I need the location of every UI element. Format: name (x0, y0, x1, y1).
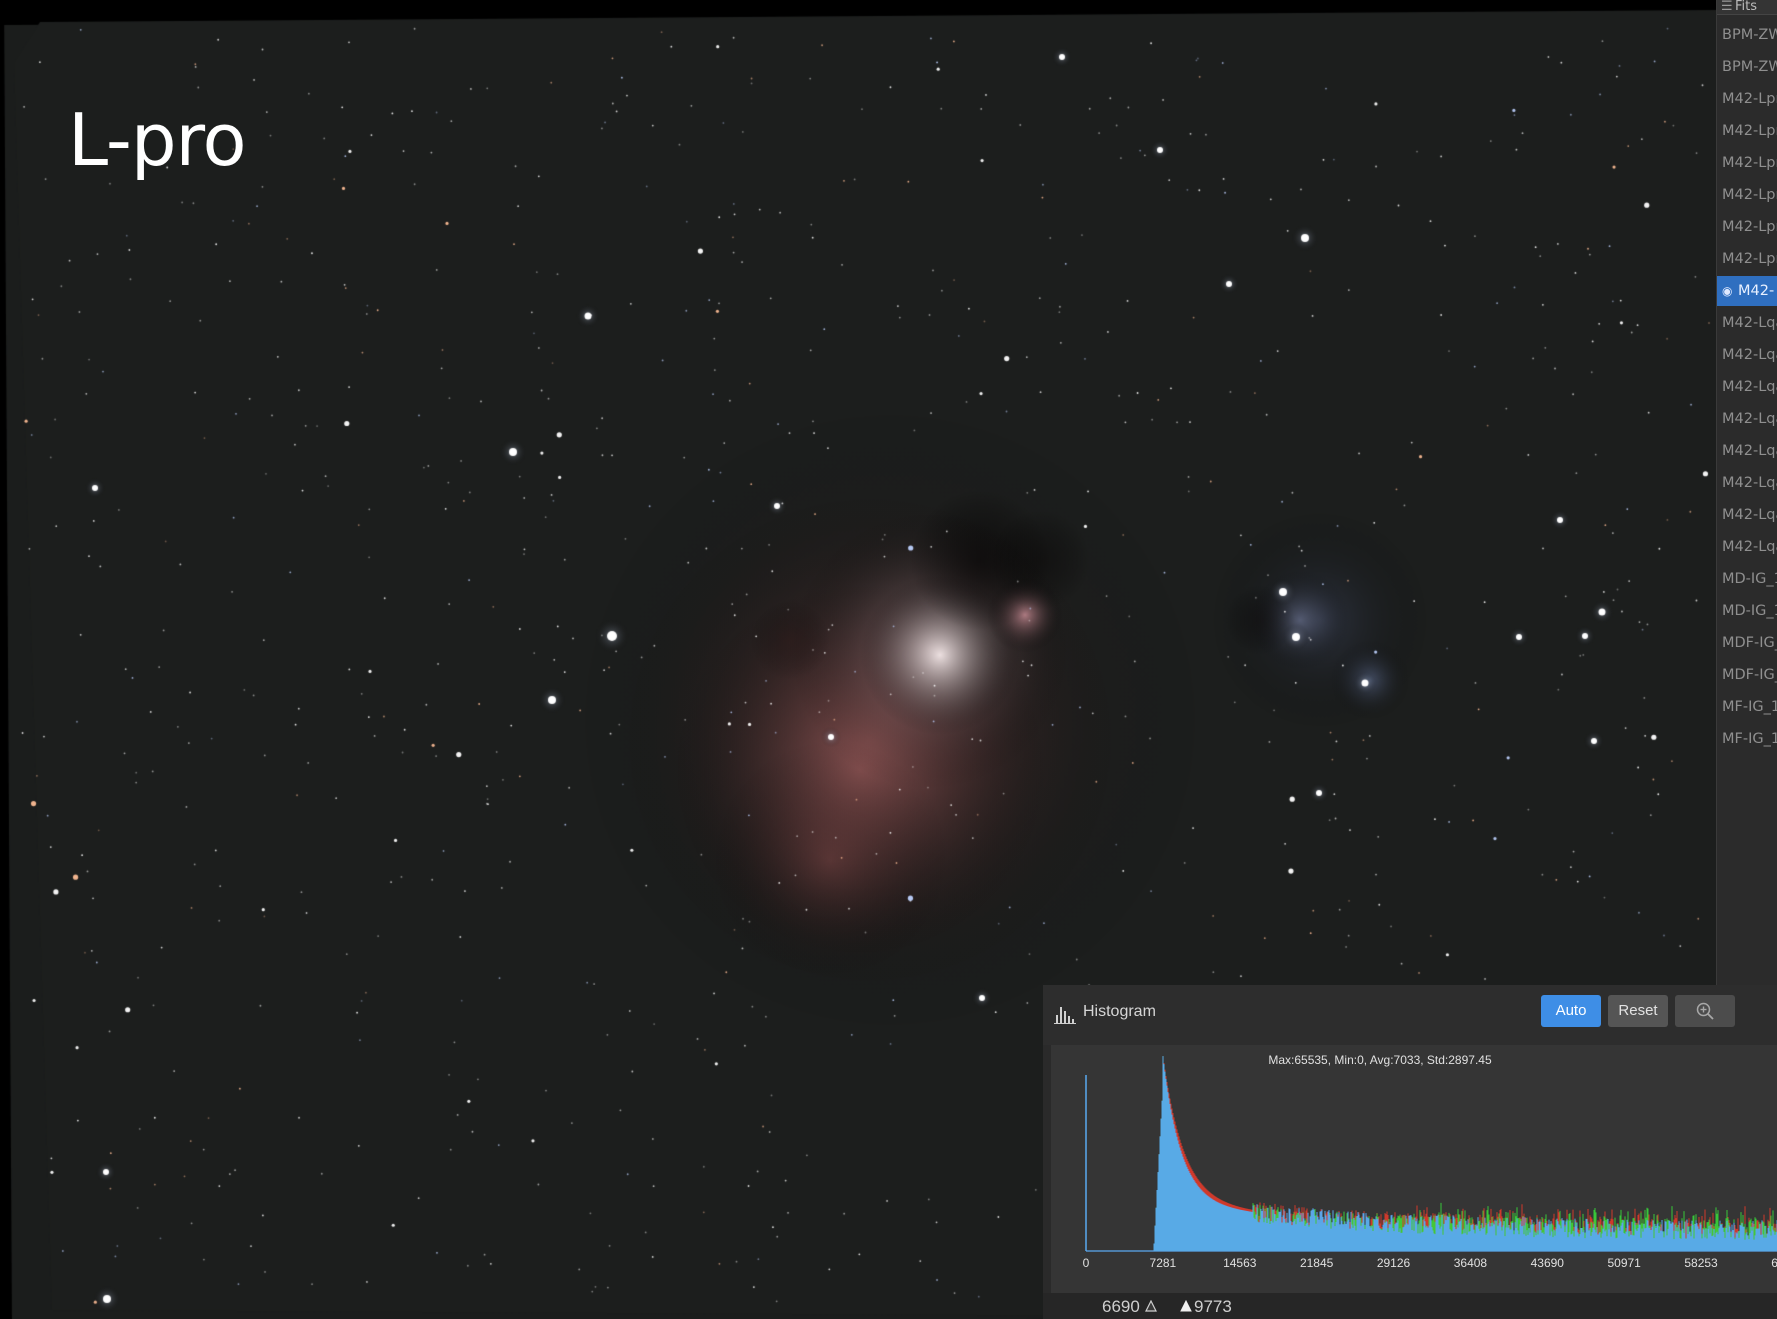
file-item[interactable]: MD-IG_1 (1717, 564, 1777, 594)
file-item[interactable]: ◉ M42- (1717, 276, 1777, 306)
file-item[interactable]: BPM-ZW (1717, 52, 1777, 82)
file-item-label: BPM-ZW (1722, 59, 1777, 75)
x-tick-label: 21845 (1300, 1256, 1334, 1270)
filter-label: L-pro (68, 98, 247, 182)
file-item-label: M42-Lqa (1722, 443, 1777, 459)
zoom-button[interactable] (1675, 995, 1735, 1027)
file-item-label: MF-IG_1 (1722, 731, 1777, 747)
file-item-label: M42-Lqa (1722, 411, 1777, 427)
eye-icon[interactable]: ◉ (1722, 276, 1738, 306)
black-point-value[interactable]: 6690 (1102, 1297, 1140, 1317)
zoom-in-icon (1696, 1002, 1714, 1020)
file-item-label: M42-Lpr (1722, 187, 1777, 203)
x-tick-label: 0 (1083, 1256, 1090, 1270)
reset-button[interactable]: Reset (1608, 995, 1668, 1027)
file-item-label: MDF-IG_ (1722, 635, 1777, 651)
file-item[interactable]: M42-Lqa (1717, 468, 1777, 498)
file-item-label: MD-IG_1 (1722, 571, 1777, 587)
file-panel-title: Fits (1735, 0, 1758, 14)
file-item-label: M42-Lpr (1722, 251, 1777, 267)
file-item-label: M42-Lpr (1722, 155, 1777, 171)
histogram-stats: Max:65535, Min:0, Avg:7033, Std:2897.45 (1268, 1053, 1492, 1067)
white-point-value[interactable]: 9773 (1194, 1297, 1232, 1317)
file-item-label: M42-Lpr (1722, 123, 1777, 139)
file-item[interactable]: M42-Lpr (1717, 180, 1777, 210)
file-item[interactable]: M42-Lpr (1717, 116, 1777, 146)
file-item-label: M42-Lqa (1722, 507, 1777, 523)
file-item-label: BPM-ZW (1722, 27, 1777, 43)
x-tick-label: 65 (1771, 1256, 1777, 1270)
file-item-label: M42-Lpr (1722, 91, 1777, 107)
x-tick-label: 50971 (1607, 1256, 1641, 1270)
file-item[interactable]: MF-IG_1 (1717, 724, 1777, 754)
file-item-label: MF-IG_1 (1722, 699, 1777, 715)
file-item[interactable]: M42-Lpr (1717, 212, 1777, 242)
file-item[interactable]: BPM-ZW (1717, 20, 1777, 50)
file-item-label: MDF-IG_ (1722, 667, 1777, 683)
file-item-label: M42-Lqa (1722, 347, 1777, 363)
file-item[interactable]: M42-Lqa (1717, 308, 1777, 338)
file-panel-header: ☰ Fits (1717, 0, 1777, 15)
auto-button[interactable]: Auto (1541, 995, 1601, 1027)
file-item[interactable]: M42-Lqa (1717, 436, 1777, 466)
file-item[interactable]: MDF-IG_ (1717, 628, 1777, 658)
file-item-label: MD-IG_1 (1722, 603, 1777, 619)
white-point-marker-icon[interactable] (1180, 1300, 1192, 1312)
histogram-footer: 6690 9773 (1043, 1293, 1777, 1319)
histogram-icon (1054, 1007, 1076, 1024)
file-item-label: M42-Lqa (1722, 315, 1777, 331)
file-item-label: M42-Lqa (1722, 379, 1777, 395)
file-item[interactable]: M42-Lqa (1717, 372, 1777, 402)
x-tick-label: 58253 (1684, 1256, 1718, 1270)
histogram-header: Histogram Auto Reset (1043, 985, 1777, 1045)
file-item[interactable]: M42-Lpr (1717, 148, 1777, 178)
x-tick-label: 29126 (1377, 1256, 1411, 1270)
file-item-label: M42-Lpr (1722, 219, 1777, 235)
file-item[interactable]: M42-Lqa (1717, 340, 1777, 370)
file-item[interactable]: M42-Lqa (1717, 500, 1777, 530)
file-item[interactable]: M42-Lpr (1717, 84, 1777, 114)
file-item[interactable]: M42-Lpr (1717, 244, 1777, 274)
x-tick-label: 43690 (1531, 1256, 1565, 1270)
list-menu-icon[interactable]: ☰ (1721, 0, 1735, 14)
file-item[interactable]: MD-IG_1 (1717, 596, 1777, 626)
x-tick-label: 14563 (1223, 1256, 1257, 1270)
file-item-label: M42-Lqa (1722, 539, 1777, 555)
histogram-panel: Histogram Auto Reset 0 7281 14563 21845 2912… (1043, 985, 1777, 1319)
black-point-marker-icon[interactable] (1145, 1300, 1157, 1312)
file-item[interactable]: MF-IG_1 (1717, 692, 1777, 722)
file-item[interactable]: MDF-IG_ (1717, 660, 1777, 690)
x-tick-label: 7281 (1150, 1256, 1177, 1270)
file-item-label: M42-Lqa (1722, 475, 1777, 491)
histogram-title: Histogram (1083, 1003, 1156, 1020)
histogram-chart[interactable]: 0 7281 14563 21845 29126 36408 43690 50971 58253… (1051, 1045, 1777, 1299)
x-tick-label: 36408 (1454, 1256, 1488, 1270)
file-item-label: M42- (1738, 283, 1775, 299)
file-item[interactable]: M42-Lqa (1717, 404, 1777, 434)
file-item[interactable]: M42-Lqa (1717, 532, 1777, 562)
